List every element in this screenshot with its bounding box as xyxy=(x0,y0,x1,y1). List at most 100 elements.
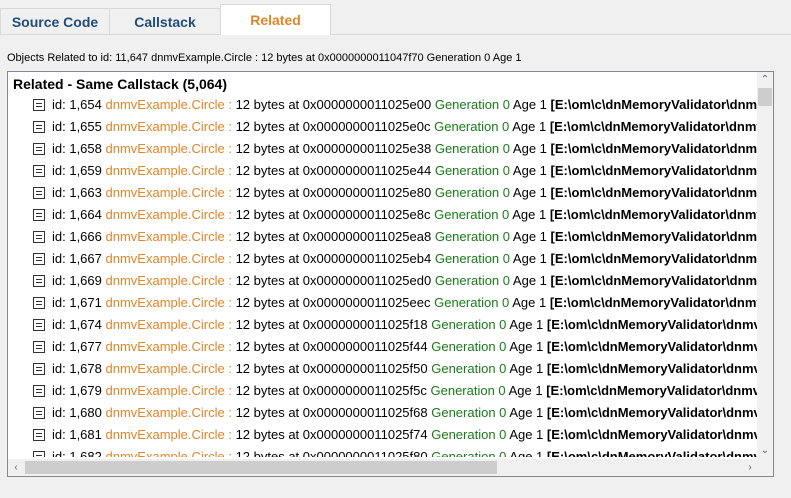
row-path: [E:\om\c\dnMemoryValidator\dnmvExample\F… xyxy=(546,427,758,442)
object-item-icon xyxy=(33,209,45,221)
tree-row[interactable]: id: 1,654 dnmvExample.Circle : 12 bytes … xyxy=(8,94,758,116)
row-id: id: 1,677 xyxy=(52,339,102,354)
row-id: id: 1,658 xyxy=(52,141,102,156)
row-bytes: 12 bytes at 0x0000000011025f74 xyxy=(235,427,428,442)
row-generation: Generation 0 xyxy=(434,185,511,200)
row-bytes: 12 bytes at 0x0000000011025e38 xyxy=(235,141,432,156)
tree-row[interactable]: id: 1,674 dnmvExample.Circle : 12 bytes … xyxy=(8,314,758,336)
tree-row[interactable]: id: 1,663 dnmvExample.Circle : 12 bytes … xyxy=(8,182,758,204)
row-id: id: 1,674 xyxy=(52,317,102,332)
related-objects-info: Objects Related to id: 11,647 dnmvExampl… xyxy=(7,52,522,64)
scroll-up-arrow-icon[interactable]: ⌃ xyxy=(757,72,773,88)
row-age: Age 1 xyxy=(512,97,547,112)
row-generation: Generation 0 xyxy=(434,97,511,112)
row-generation: Generation 0 xyxy=(431,405,507,420)
row-path: [E:\om\c\dnMemoryValidator\dnmvExample\F… xyxy=(549,207,758,222)
row-generation: Generation 0 xyxy=(430,383,506,398)
row-id: id: 1,682 xyxy=(52,449,102,457)
tree-row[interactable]: id: 1,659 dnmvExample.Circle : 12 bytes … xyxy=(8,160,758,182)
row-id: id: 1,681 xyxy=(52,427,102,442)
tree-row[interactable]: id: 1,671 dnmvExample.Circle : 12 bytes … xyxy=(8,292,758,314)
row-id: id: 1,664 xyxy=(52,207,102,222)
tree-rows: id: 1,654 dnmvExample.Circle : 12 bytes … xyxy=(8,94,758,457)
row-generation: Generation 0 xyxy=(431,449,507,457)
row-bytes: 12 bytes at 0x0000000011025e8c xyxy=(235,207,431,222)
tree-row[interactable]: id: 1,667 dnmvExample.Circle : 12 bytes … xyxy=(8,248,758,270)
row-path: [E:\om\c\dnMemoryValidator\dnmvExample\F… xyxy=(549,119,758,134)
row-path: [E:\om\c\dnMemoryValidator\dnmvExample\F… xyxy=(546,361,758,376)
tree-row[interactable]: id: 1,669 dnmvExample.Circle : 12 bytes … xyxy=(8,270,758,292)
row-bytes: 12 bytes at 0x0000000011025f50 xyxy=(235,361,428,376)
vertical-scroll-thumb[interactable] xyxy=(758,88,772,106)
scroll-down-arrow-icon[interactable]: ⌄ xyxy=(757,443,773,459)
row-age: Age 1 xyxy=(512,141,547,156)
row-id: id: 1,678 xyxy=(52,361,102,376)
row-bytes: 12 bytes at 0x0000000011025e00 xyxy=(235,97,432,112)
tab-divider xyxy=(0,34,791,35)
row-type: dnmvExample.Circle : xyxy=(105,141,232,156)
row-bytes: 12 bytes at 0x0000000011025f80 xyxy=(235,449,428,457)
object-item-icon xyxy=(33,407,45,419)
tree-row[interactable]: id: 1,658 dnmvExample.Circle : 12 bytes … xyxy=(8,138,758,160)
object-item-icon xyxy=(33,451,45,457)
tree-row[interactable]: id: 1,655 dnmvExample.Circle : 12 bytes … xyxy=(8,116,758,138)
object-item-icon xyxy=(33,187,45,199)
row-age: Age 1 xyxy=(512,295,547,310)
tree-row[interactable]: id: 1,680 dnmvExample.Circle : 12 bytes … xyxy=(8,402,758,424)
row-id: id: 1,666 xyxy=(52,229,102,244)
tab-related[interactable]: Related xyxy=(220,4,331,35)
row-bytes: 12 bytes at 0x0000000011025eb4 xyxy=(235,251,432,266)
tree-row[interactable]: id: 1,664 dnmvExample.Circle : 12 bytes … xyxy=(8,204,758,226)
scrollbar-corner xyxy=(757,459,773,476)
row-age: Age 1 xyxy=(512,119,547,134)
row-age: Age 1 xyxy=(509,427,544,442)
row-id: id: 1,669 xyxy=(52,273,102,288)
object-item-icon xyxy=(33,363,45,375)
row-path: [E:\om\c\dnMemoryValidator\dnmvExample\F… xyxy=(546,317,758,332)
tree-row[interactable]: id: 1,679 dnmvExample.Circle : 12 bytes … xyxy=(8,380,758,402)
row-age: Age 1 xyxy=(509,405,544,420)
object-item-icon xyxy=(33,253,45,265)
tree-row[interactable]: id: 1,666 dnmvExample.Circle : 12 bytes … xyxy=(8,226,758,248)
tab-source-code[interactable]: Source Code xyxy=(0,8,110,34)
row-age: Age 1 xyxy=(512,229,547,244)
scroll-left-arrow-icon[interactable]: ‹ xyxy=(8,460,24,476)
row-bytes: 12 bytes at 0x0000000011025f44 xyxy=(235,339,428,354)
row-bytes: 12 bytes at 0x0000000011025eec xyxy=(235,295,431,310)
tree-row[interactable]: id: 1,677 dnmvExample.Circle : 12 bytes … xyxy=(8,336,758,358)
row-type: dnmvExample.Circle : xyxy=(105,251,232,266)
row-id: id: 1,680 xyxy=(52,405,102,420)
tab-label: Source Code xyxy=(11,13,99,30)
tree-row[interactable]: id: 1,682 dnmvExample.Circle : 12 bytes … xyxy=(8,446,758,457)
row-bytes: 12 bytes at 0x0000000011025ea8 xyxy=(235,229,432,244)
row-type: dnmvExample.Circle : xyxy=(105,383,232,398)
tab-bar: Source Code Callstack Related xyxy=(0,0,791,35)
scroll-right-arrow-icon[interactable]: › xyxy=(742,460,758,476)
tree-group-header[interactable]: Related - Same Callstack (5,064) xyxy=(13,74,227,94)
row-id: id: 1,659 xyxy=(52,163,102,178)
tab-callstack[interactable]: Callstack xyxy=(109,8,221,34)
tree-row[interactable]: id: 1,678 dnmvExample.Circle : 12 bytes … xyxy=(8,358,758,380)
row-type: dnmvExample.Circle : xyxy=(105,317,232,332)
object-item-icon xyxy=(33,143,45,155)
row-type: dnmvExample.Circle : xyxy=(105,361,232,376)
tree-row[interactable]: id: 1,681 dnmvExample.Circle : 12 bytes … xyxy=(8,424,758,446)
row-type: dnmvExample.Circle : xyxy=(105,273,232,288)
row-generation: Generation 0 xyxy=(431,339,507,354)
row-age: Age 1 xyxy=(509,449,544,457)
vertical-scrollbar[interactable]: ⌃ ⌄ xyxy=(757,72,773,459)
row-id: id: 1,654 xyxy=(52,97,102,112)
row-path: [E:\om\c\dnMemoryValidator\dnmvExample\F… xyxy=(550,273,758,288)
row-type: dnmvExample.Circle : xyxy=(105,119,232,134)
row-path: [E:\om\c\dnMemoryValidator\dnmvExample\F… xyxy=(546,339,758,354)
object-item-icon xyxy=(33,341,45,353)
row-id: id: 1,663 xyxy=(52,185,102,200)
related-tree-view[interactable]: Related - Same Callstack (5,064) id: 1,6… xyxy=(7,71,774,477)
row-type: dnmvExample.Circle : xyxy=(105,295,232,310)
horizontal-scrollbar[interactable]: ‹ › xyxy=(8,459,758,476)
row-generation: Generation 0 xyxy=(434,163,511,178)
row-path: [E:\om\c\dnMemoryValidator\dnmvExample\F… xyxy=(546,449,758,457)
row-type: dnmvExample.Circle : xyxy=(105,427,232,442)
row-type: dnmvExample.Circle : xyxy=(105,185,232,200)
horizontal-scroll-thumb[interactable] xyxy=(25,461,497,474)
